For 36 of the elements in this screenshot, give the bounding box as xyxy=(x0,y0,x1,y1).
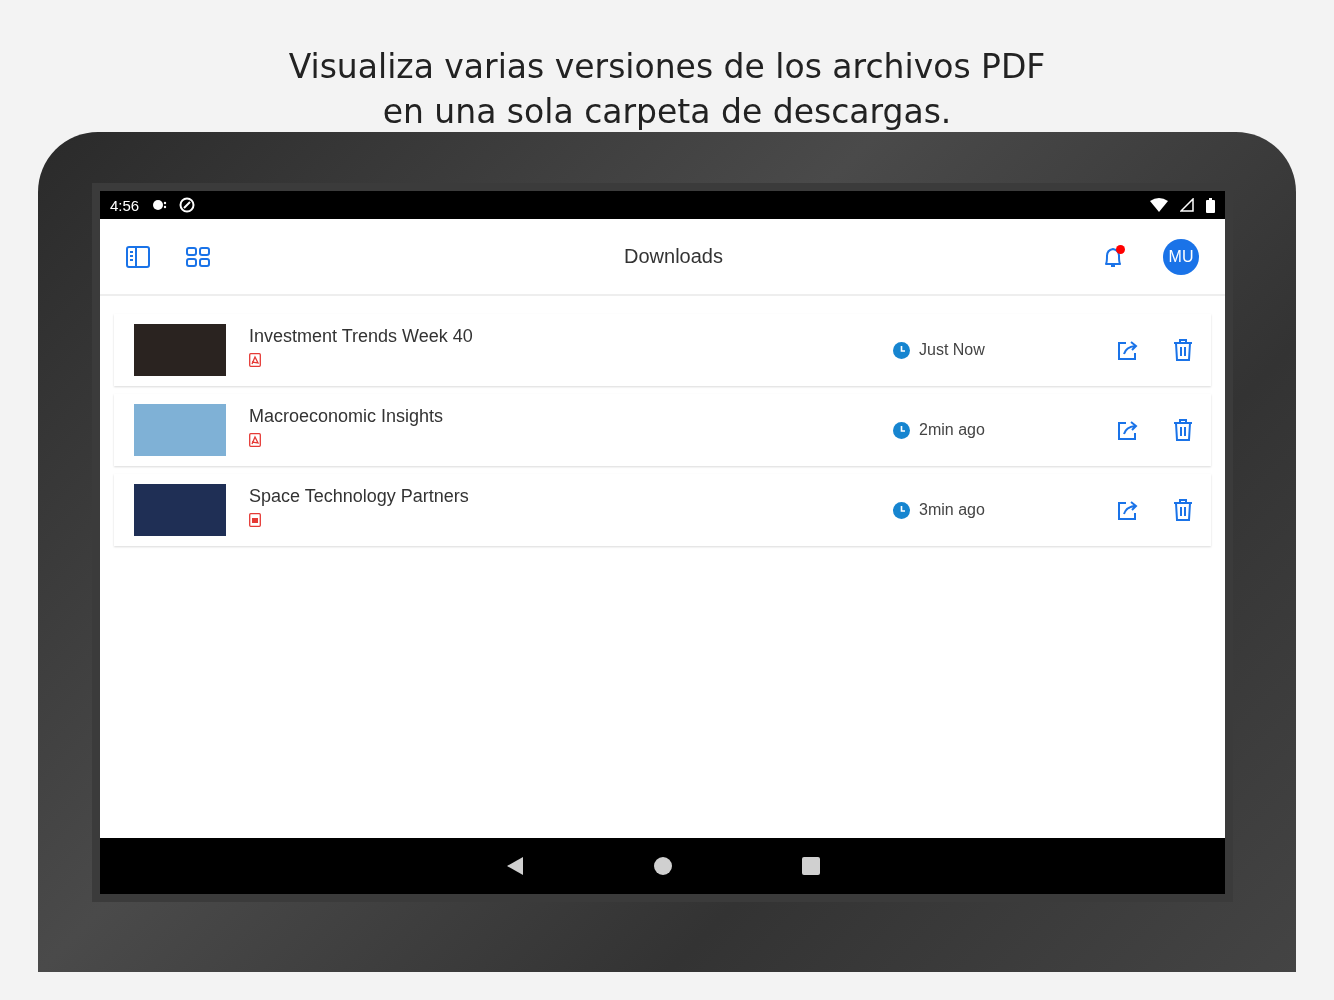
download-card[interactable]: Investment Trends Week 40 Just Now xyxy=(114,314,1211,386)
download-time: 2min ago xyxy=(919,421,985,439)
delete-icon[interactable] xyxy=(1173,339,1193,361)
download-time: Just Now xyxy=(919,341,985,359)
share-icon[interactable] xyxy=(1117,420,1139,440)
home-icon[interactable] xyxy=(653,857,672,875)
back-icon[interactable] xyxy=(505,856,524,876)
delete-icon[interactable] xyxy=(1173,419,1193,441)
sync-icon xyxy=(179,197,196,213)
share-icon[interactable] xyxy=(1117,500,1139,520)
battery-icon xyxy=(1206,197,1215,213)
wifi-icon xyxy=(1150,198,1168,212)
download-card[interactable]: Space Technology Partners 3min ago xyxy=(114,474,1211,546)
notification-icon xyxy=(151,198,168,212)
page-title: Downloads xyxy=(623,245,724,268)
grid-view-icon[interactable] xyxy=(186,246,210,267)
status-time: 4:56 xyxy=(110,196,140,214)
file-name: Macroeconomic Insights xyxy=(249,406,445,427)
pdf-file-icon xyxy=(249,433,261,447)
clock-icon xyxy=(893,501,910,519)
file-name: Space Technology Partners xyxy=(249,486,470,507)
headline: en una sola carpeta de descargas. xyxy=(382,91,952,133)
sidebar-icon[interactable] xyxy=(126,245,150,268)
pdf-file-icon xyxy=(249,353,261,367)
headline: Visualiza varias versiones de los archivos PDF xyxy=(288,46,1046,88)
delete-icon[interactable] xyxy=(1173,499,1193,521)
clock-icon xyxy=(893,341,910,359)
recents-icon[interactable] xyxy=(801,857,820,875)
signal-icon xyxy=(1180,198,1194,212)
clock-icon xyxy=(893,421,910,439)
download-card[interactable]: Macroeconomic Insights 2min ago xyxy=(114,394,1211,466)
share-icon[interactable] xyxy=(1117,340,1139,360)
user-avatar[interactable]: MU xyxy=(1163,238,1199,275)
download-time: 3min ago xyxy=(919,501,985,519)
file-name: Investment Trends Week 40 xyxy=(249,326,474,347)
document-file-icon xyxy=(249,513,261,527)
